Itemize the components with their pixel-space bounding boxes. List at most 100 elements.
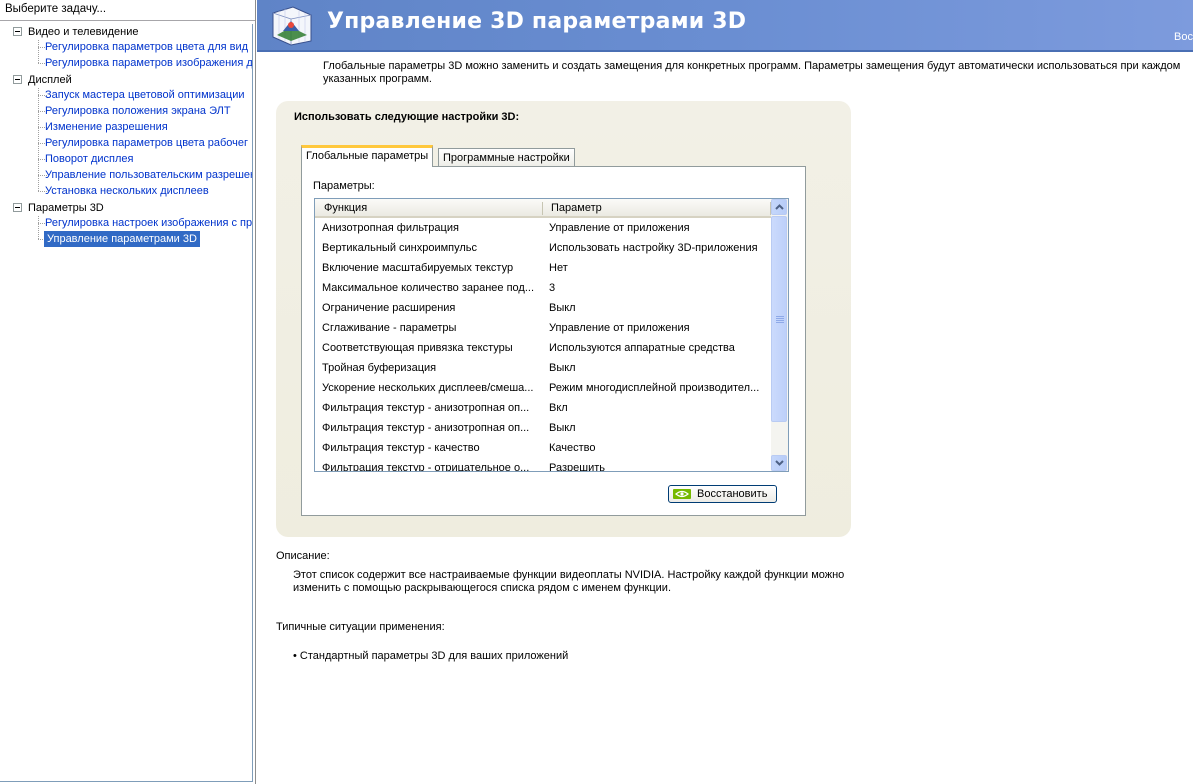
tree-item-color-wizard[interactable]: Запуск мастера цветовой оптимизации (45, 87, 245, 103)
scroll-grip (776, 322, 784, 323)
setting-value[interactable]: Управление от приложения (549, 318, 765, 338)
collapse-icon[interactable] (13, 74, 22, 84)
list-header: Функция Параметр (315, 199, 772, 218)
restore-button-label: Восстановить (697, 488, 768, 500)
table-row[interactable]: Тройная буферизация Выкл (315, 358, 772, 378)
table-row[interactable]: Вертикальный синхроимпульс Использовать н… (315, 238, 772, 258)
tree-item-desktop-color[interactable]: Регулировка параметров цвета рабочег (45, 135, 248, 151)
table-row[interactable]: Ограничение расширения Выкл (315, 298, 772, 318)
tree-item-video-color[interactable]: Регулировка параметров цвета для вид (45, 39, 248, 55)
tree-item-multi-display[interactable]: Установка нескольких дисплеев (45, 183, 209, 199)
setting-function: Фильтрация текстур - анизотропная оп... (322, 422, 530, 434)
column-header-function[interactable]: Функция (324, 202, 367, 214)
table-row[interactable]: Фильтрация текстур - анизотропная оп... В… (315, 418, 772, 438)
setting-function: Анизотропная фильтрация (322, 222, 459, 234)
banner-divider (257, 50, 1193, 52)
tree-connector (38, 40, 39, 63)
table-row[interactable]: Ускорение нескольких дисплеев/смеша... Ре… (315, 378, 772, 398)
banner-link[interactable]: Вос (1174, 31, 1193, 43)
usage-title: Типичные ситуации применения: (276, 621, 445, 633)
collapse-icon[interactable] (13, 202, 22, 212)
setting-function: Фильтрация текстур - отрицательное о... (322, 462, 530, 472)
setting-function: Максимальное количество заранее под... (322, 282, 535, 294)
collapse-icon[interactable] (13, 26, 22, 36)
chevron-down-icon (775, 460, 784, 466)
setting-function: Ускорение нескольких дисплеев/смеша... (322, 382, 534, 394)
setting-function: Ограничение расширения (322, 302, 456, 314)
table-row[interactable]: Максимальное количество заранее под... 3 (315, 278, 772, 298)
table-row[interactable]: Фильтрация текстур - анизотропная оп... В… (315, 398, 772, 418)
setting-value[interactable]: Нет (549, 258, 765, 278)
setting-value[interactable]: 3 (549, 278, 765, 298)
tree-category-video[interactable]: Видео и телевидение (13, 24, 138, 40)
list-scrollbar[interactable] (771, 199, 788, 471)
tree-item-manage-3d[interactable]: Управление параметрами 3D (44, 231, 200, 247)
table-row[interactable]: Фильтрация текстур - отрицательное о... Р… (315, 458, 772, 472)
tree-category-display[interactable]: Дисплей (13, 72, 72, 88)
tree-category-label: Видео и телевидение (28, 26, 139, 38)
tab-page-global: Параметры: Функция Параметр Анизотропная… (301, 166, 806, 516)
content-area: Управление 3D параметрами 3D Вос Глобаль… (257, 0, 1193, 784)
scroll-grip (776, 316, 784, 317)
tree-connector (38, 216, 39, 239)
scroll-grip (776, 318, 784, 319)
setting-function: Сглаживание - параметры (322, 322, 457, 334)
setting-value[interactable]: Управление от приложения (549, 218, 765, 238)
setting-function: Включение масштабируемых текстур (322, 262, 514, 274)
tree-item-resolution[interactable]: Изменение разрешения (45, 119, 168, 135)
list-rows: Анизотропная фильтрация Управление от при… (315, 218, 772, 472)
setting-value[interactable]: Разрешить (549, 458, 765, 471)
tree-category-3d[interactable]: Параметры 3D (13, 200, 104, 216)
setting-function: Фильтрация текстур - анизотропная оп... (322, 402, 530, 414)
tab-program-settings[interactable]: Программные настройки (438, 148, 575, 168)
tree-category-label: Параметры 3D (28, 202, 104, 214)
restore-button[interactable]: Восстановить (668, 485, 777, 503)
nvidia-logo-icon (673, 489, 691, 499)
settings-list[interactable]: Функция Параметр Анизотропная фильтрация… (314, 198, 789, 472)
tree-item-image-settings[interactable]: Регулировка настроек изображения с пр (45, 215, 252, 231)
setting-value[interactable]: Выкл (549, 358, 765, 378)
params-label: Параметры: (313, 180, 375, 192)
task-pane: Выберите задачу... Видео и телевидение Р… (0, 0, 256, 784)
page-title: Управление 3D параметрами 3D (327, 9, 747, 34)
intro-text: Глобальные параметры 3D можно заменить и… (323, 60, 1181, 85)
setting-value[interactable]: Режим многодисплейной производител... (549, 378, 765, 398)
setting-value[interactable]: Используются аппаратные средства (549, 338, 765, 358)
tab-global-settings[interactable]: Глобальные параметры (301, 145, 434, 167)
chevron-up-icon (775, 204, 784, 210)
tree-item-crt-position[interactable]: Регулировка положения экрана ЭЛТ (45, 103, 231, 119)
nvidia-3d-settings-icon (272, 6, 312, 46)
task-tree[interactable]: Видео и телевидение Регулировка параметр… (0, 24, 253, 782)
table-row[interactable]: Соответствующая привязка текстуры Использ… (315, 338, 772, 358)
setting-function: Вертикальный синхроимпульс (322, 242, 478, 254)
task-pane-header: Выберите задачу... (0, 0, 255, 21)
column-separator[interactable] (542, 202, 543, 215)
page-banner: Управление 3D параметрами 3D Вос (257, 0, 1193, 50)
tree-item-video-image[interactable]: Регулировка параметров изображения д (45, 55, 252, 71)
table-row[interactable]: Включение масштабируемых текстур Нет (315, 258, 772, 278)
scroll-thumb[interactable] (771, 216, 787, 422)
tree-item-custom-resolution[interactable]: Управление пользовательским разрешен (45, 167, 252, 183)
setting-value[interactable]: Качество (549, 438, 765, 458)
setting-function: Соответствующая привязка текстуры (322, 342, 513, 354)
description-title: Описание: (276, 550, 330, 562)
setting-value[interactable]: Использовать настройку 3D-приложения (549, 238, 765, 258)
setting-function: Тройная буферизация (322, 362, 437, 374)
scroll-grip (776, 320, 784, 321)
settings-panel: Использовать следующие настройки 3D: Гло… (276, 101, 851, 537)
scroll-up-button[interactable] (771, 199, 787, 215)
setting-function: Фильтрация текстур - качество (322, 442, 480, 454)
scroll-down-button[interactable] (771, 455, 787, 471)
column-header-value[interactable]: Параметр (551, 202, 602, 214)
table-row[interactable]: Анизотропная фильтрация Управление от при… (315, 218, 772, 238)
table-row[interactable]: Фильтрация текстур - качество Качество (315, 438, 772, 458)
description-text: Этот список содержит все настраиваемые ф… (293, 569, 845, 594)
settings-panel-title: Использовать следующие настройки 3D: (294, 111, 520, 123)
setting-value[interactable]: Выкл (549, 418, 765, 438)
table-row[interactable]: Сглаживание - параметры Управление от при… (315, 318, 772, 338)
setting-value[interactable]: Вкл (549, 398, 765, 418)
tree-item-rotation[interactable]: Поворот дисплея (45, 151, 133, 167)
usage-item: • Стандартный параметры 3D для ваших при… (293, 650, 569, 662)
tree-category-label: Дисплей (28, 74, 72, 86)
setting-value[interactable]: Выкл (549, 298, 765, 318)
